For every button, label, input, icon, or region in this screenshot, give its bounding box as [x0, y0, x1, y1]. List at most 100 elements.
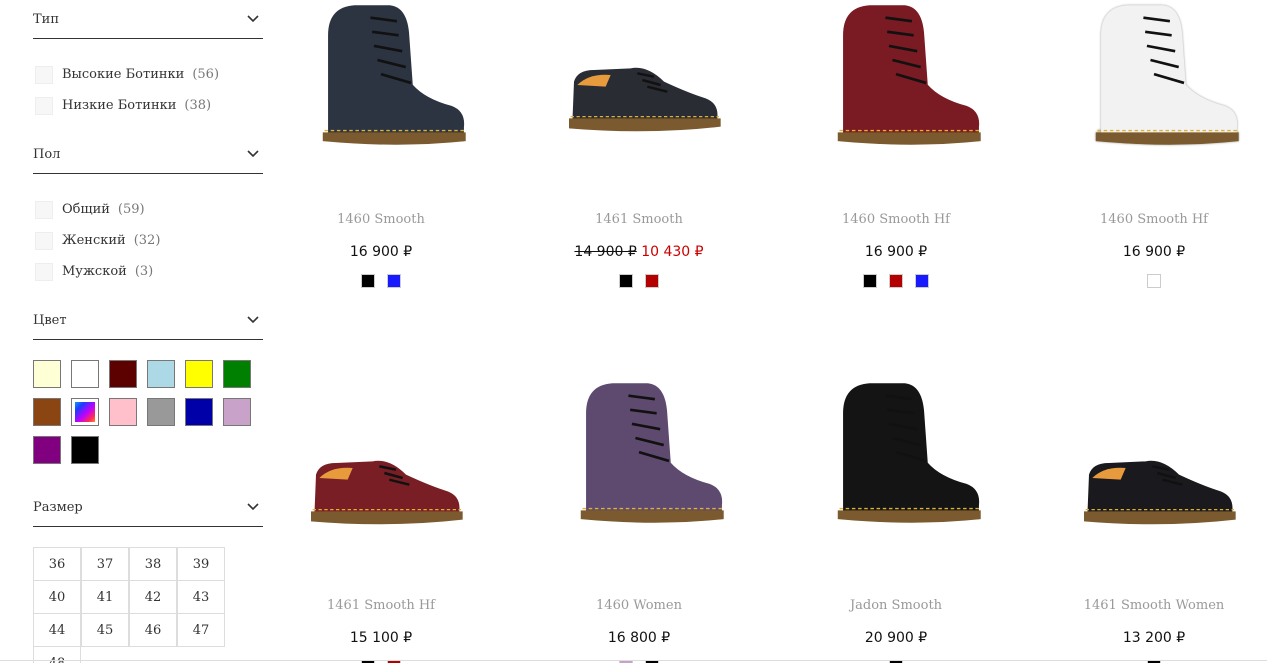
color-swatch[interactable] — [185, 398, 213, 426]
checkbox[interactable] — [35, 231, 53, 250]
option-label: Мужской — [62, 264, 127, 279]
filter-option-high-boots[interactable]: Высокие Ботинки (56) — [35, 59, 263, 90]
color-swatch[interactable] — [223, 360, 251, 388]
color-variants — [256, 274, 506, 288]
checkbox[interactable] — [35, 96, 53, 115]
product-name[interactable]: 1460 Smooth — [256, 212, 506, 232]
chevron-down-icon — [247, 316, 259, 324]
size-option[interactable]: 37 — [81, 547, 129, 581]
color-variants — [1029, 274, 1267, 288]
checkbox[interactable] — [35, 65, 53, 84]
product-card[interactable]: 1460 Smooth Hf 16 900 ₽ — [1029, 0, 1267, 288]
size-option[interactable]: 38 — [129, 547, 177, 581]
product-image[interactable] — [1029, 0, 1267, 170]
color-swatch[interactable] — [147, 398, 175, 426]
color-variant-dot[interactable] — [387, 274, 401, 288]
product-card[interactable]: 1460 Women 16 800 ₽ — [514, 378, 764, 663]
color-variant-dot[interactable] — [645, 274, 659, 288]
filter-type-title: Тип — [33, 11, 59, 27]
size-option[interactable]: 42 — [129, 580, 177, 614]
product-name[interactable]: 1461 Smooth — [514, 212, 764, 232]
color-variants — [771, 274, 1021, 288]
product-card[interactable]: 1461 Smooth Women 13 200 ₽ — [1029, 378, 1267, 663]
color-swatch[interactable] — [33, 360, 61, 388]
option-label: Женский — [62, 233, 126, 248]
filter-gender-header[interactable]: Пол — [33, 135, 263, 174]
color-swatch[interactable] — [109, 398, 137, 426]
product-name[interactable]: 1460 Women — [514, 598, 764, 618]
size-option[interactable]: 41 — [81, 580, 129, 614]
product-price: 16 900 ₽ — [864, 244, 928, 260]
size-option[interactable]: 44 — [33, 613, 81, 647]
product-image[interactable] — [771, 0, 1021, 170]
product-image[interactable] — [256, 0, 506, 170]
product-image[interactable] — [514, 378, 764, 548]
product-image[interactable] — [514, 0, 764, 170]
size-option[interactable]: 46 — [129, 613, 177, 647]
color-variant-dot[interactable] — [863, 274, 877, 288]
color-swatch[interactable] — [147, 360, 175, 388]
size-option[interactable]: 40 — [33, 580, 81, 614]
old-price: 14 900 ₽ — [574, 244, 637, 260]
product-image[interactable] — [1029, 378, 1267, 548]
product-card[interactable]: 1460 Smooth 16 900 ₽ — [256, 0, 506, 288]
size-option[interactable]: 43 — [177, 580, 225, 614]
product-image[interactable] — [256, 378, 506, 548]
option-count: (56) — [192, 67, 220, 82]
option-label: Высокие Ботинки — [62, 67, 185, 82]
filter-size-title: Размер — [33, 499, 83, 515]
color-swatch[interactable] — [33, 398, 61, 426]
size-grid: 36 37 38 39 40 41 42 43 44 45 46 47 48 — [33, 527, 263, 663]
checkbox[interactable] — [35, 262, 53, 281]
size-option[interactable]: 47 — [177, 613, 225, 647]
product-name[interactable]: 1460 Smooth Hf — [1029, 212, 1267, 232]
filter-type-header[interactable]: Тип — [33, 0, 263, 39]
sale-price: 10 430 ₽ — [641, 244, 704, 260]
filter-type-options: Высокие Ботинки (56) Низкие Ботинки (38) — [33, 39, 263, 135]
product-price: 16 900 ₽ — [349, 244, 413, 260]
color-variant-dot[interactable] — [1147, 274, 1161, 288]
color-swatch[interactable] — [33, 436, 61, 464]
size-option[interactable]: 36 — [33, 547, 81, 581]
product-price: 15 100 ₽ — [349, 630, 413, 646]
filter-size-header[interactable]: Размер — [33, 488, 263, 527]
product-card[interactable]: 1461 Smooth 14 900 ₽ 10 430 ₽ — [514, 0, 764, 288]
product-name[interactable]: 1460 Smooth Hf — [771, 212, 1021, 232]
color-variant-dot[interactable] — [619, 274, 633, 288]
filters-sidebar: Тип Высокие Ботинки (56) Низкие Ботинки … — [33, 0, 263, 663]
color-swatch[interactable] — [109, 360, 137, 388]
color-variant-dot[interactable] — [915, 274, 929, 288]
product-price: 16 900 ₽ — [1122, 244, 1186, 260]
color-swatch[interactable] — [185, 360, 213, 388]
product-name[interactable]: 1461 Smooth Hf — [256, 598, 506, 618]
filter-color-title: Цвет — [33, 312, 67, 328]
option-label: Общий — [62, 202, 110, 217]
product-card[interactable]: Jadon Smooth 20 900 ₽ — [771, 378, 1021, 663]
filter-option-low-boots[interactable]: Низкие Ботинки (38) — [35, 90, 263, 121]
size-option[interactable]: 39 — [177, 547, 225, 581]
product-price: 13 200 ₽ — [1122, 630, 1186, 646]
filter-gender-options: Общий (59) Женский (32) Мужской (3) — [33, 174, 263, 301]
color-swatch[interactable] — [71, 360, 99, 388]
color-swatch-grid — [33, 340, 263, 488]
size-option[interactable]: 45 — [81, 613, 129, 647]
color-swatch[interactable] — [71, 436, 99, 464]
filter-option-unisex[interactable]: Общий (59) — [35, 194, 263, 225]
product-name[interactable]: 1461 Smooth Women — [1029, 598, 1267, 618]
color-variant-dot[interactable] — [361, 274, 375, 288]
divider — [0, 660, 1267, 661]
filter-color-header[interactable]: Цвет — [33, 301, 263, 340]
product-card[interactable]: 1461 Smooth Hf 15 100 ₽ — [256, 378, 506, 663]
product-image[interactable] — [771, 378, 1021, 548]
color-swatch[interactable] — [71, 398, 99, 426]
product-card[interactable]: 1460 Smooth Hf 16 900 ₽ — [771, 0, 1021, 288]
product-price: 20 900 ₽ — [864, 630, 928, 646]
product-price: 14 900 ₽ 10 430 ₽ — [514, 244, 764, 262]
color-variants — [514, 274, 764, 288]
color-variant-dot[interactable] — [889, 274, 903, 288]
checkbox[interactable] — [35, 200, 53, 219]
filter-option-men[interactable]: Мужской (3) — [35, 256, 263, 287]
product-name[interactable]: Jadon Smooth — [771, 598, 1021, 618]
filter-option-women[interactable]: Женский (32) — [35, 225, 263, 256]
color-swatch[interactable] — [223, 398, 251, 426]
